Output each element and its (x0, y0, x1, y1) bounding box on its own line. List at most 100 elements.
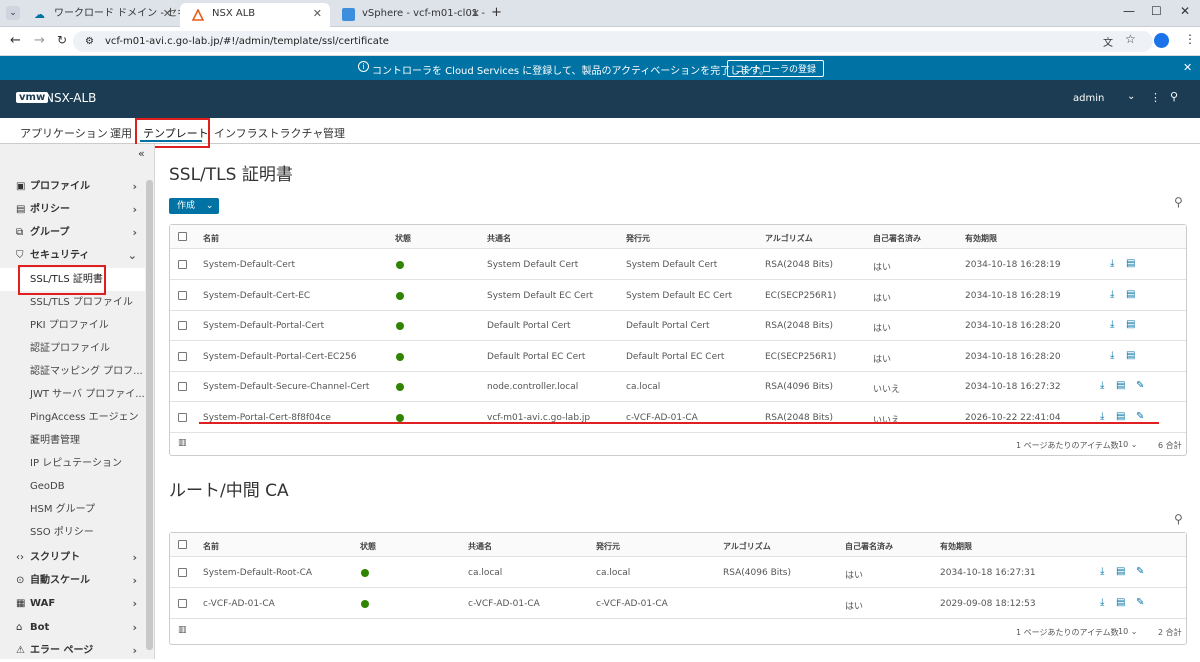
reload-icon[interactable]: ↻ (57, 33, 67, 47)
sidebar-item-cert-management[interactable]: 証明書管理 (0, 429, 145, 452)
row-checkbox[interactable] (178, 260, 187, 269)
sidebar-item-ssl-tls-profiles[interactable]: SSL/TLS プロファイル (0, 291, 145, 314)
col-status[interactable]: 状態 (395, 233, 411, 244)
new-tab-button[interactable]: + (491, 5, 502, 20)
close-window-icon[interactable]: ✕ (1180, 4, 1190, 18)
sidebar-group-autoscale[interactable]: ⊙ 自動スケール › (0, 569, 145, 592)
nav-operations[interactable]: 運用 (110, 125, 132, 141)
minimize-icon[interactable]: — (1123, 4, 1135, 18)
row-checkbox[interactable] (178, 321, 187, 330)
view-details-icon[interactable]: ▤ (1116, 411, 1125, 422)
sidebar-group-bot[interactable]: ⌂ Bot › (0, 616, 145, 639)
col-status[interactable]: 状態 (360, 541, 376, 552)
col-expiry[interactable]: 有効期限 (965, 233, 997, 244)
download-icon[interactable]: ⤓ (1110, 319, 1114, 330)
col-issuer[interactable]: 発行元 (626, 233, 650, 244)
profile-avatar[interactable] (1154, 33, 1169, 48)
col-self-signed[interactable]: 自己署名済み (845, 541, 893, 552)
download-icon[interactable]: ⤓ (1110, 350, 1114, 361)
row-checkbox[interactable] (178, 412, 187, 422)
col-self-signed[interactable]: 自己署名済み (873, 233, 921, 244)
nav-applications[interactable]: アプリケーション (20, 125, 108, 141)
create-button[interactable]: 作成 ⌄ (169, 198, 219, 214)
sidebar-item-ip-reputation[interactable]: IP レピュテーション (0, 452, 145, 475)
view-details-icon[interactable]: ▤ (1116, 380, 1125, 391)
sidebar-item-auth-profiles[interactable]: 認証プロファイル (0, 337, 145, 360)
col-name[interactable]: 名前 (203, 541, 219, 552)
sidebar-item-pingaccess-agent[interactable]: PingAccess エージェント (0, 406, 145, 446)
sidebar-group-profiles[interactable]: ▣ プロファイル › (0, 175, 145, 198)
table-row[interactable]: System-Default-Portal-Cert-EC256 Default … (170, 341, 1186, 372)
browser-tab-nsx-alb[interactable]: NSX ALB ✕ (180, 3, 330, 27)
sidebar-group-groups[interactable]: ⧉ グループ › (0, 221, 145, 244)
sidebar-item-hsm-groups[interactable]: HSM グループ (0, 498, 145, 521)
browser-tab-vsphere[interactable]: vSphere - vcf-m01-cl01 - 仮想マシン ✕ (330, 3, 488, 27)
view-details-icon[interactable]: ▤ (1126, 319, 1135, 330)
col-common-name[interactable]: 共通名 (487, 233, 511, 244)
per-page-select[interactable]: 10 ⌄ (1118, 627, 1137, 636)
edit-pencil-icon[interactable]: ✎ (1136, 380, 1144, 391)
kebab-menu-icon[interactable]: ⋮ (1150, 91, 1161, 104)
download-icon[interactable]: ⤓ (1100, 566, 1104, 577)
row-checkbox[interactable] (178, 290, 187, 300)
nav-infrastructure[interactable]: インフラストラクチャ (214, 125, 323, 141)
close-tab-icon[interactable]: ✕ (313, 3, 322, 25)
nav-admin[interactable]: 管理 (323, 125, 345, 141)
ca-search-icon[interactable]: ⚲ (1174, 512, 1183, 526)
sidebar-item-sso-policies[interactable]: SSO ポリシー (0, 521, 145, 544)
table-row[interactable]: System-Default-Cert-EC System Default EC … (170, 280, 1186, 311)
sidebar-group-security[interactable]: ⛉ セキュリティ ⌄ (0, 244, 145, 267)
row-checkbox[interactable] (178, 568, 187, 577)
close-tab-icon[interactable]: ✕ (471, 3, 480, 25)
view-details-icon[interactable]: ▤ (1126, 258, 1135, 269)
browser-menu-icon[interactable]: ⋮ (1184, 32, 1196, 46)
close-tab-icon[interactable]: ✕ (163, 3, 172, 25)
sidebar-item-jwt-server-profiles[interactable]: JWT サーバ プロファイ... (0, 383, 145, 406)
download-icon[interactable]: ⤓ (1100, 411, 1104, 422)
chevron-down-icon[interactable]: ⌄ (1127, 91, 1135, 102)
user-icon[interactable]: ⚲ (1170, 90, 1178, 103)
download-icon[interactable]: ⤓ (1100, 380, 1104, 391)
download-icon[interactable]: ⤓ (1100, 597, 1104, 608)
view-details-icon[interactable]: ▤ (1116, 597, 1125, 608)
back-icon[interactable]: ← (10, 33, 21, 48)
column-toggle-icon[interactable]: ▥ (178, 438, 187, 448)
sidebar-scrollbar[interactable] (146, 180, 153, 650)
select-all-checkbox[interactable] (178, 540, 187, 549)
banner-close-icon[interactable]: ✕ (1183, 61, 1192, 74)
sidebar-item-geodb[interactable]: GeoDB (0, 475, 145, 498)
edit-pencil-icon[interactable]: ✎ (1136, 597, 1144, 608)
row-checkbox[interactable] (178, 599, 187, 608)
bookmark-star-icon[interactable]: ☆ (1125, 32, 1136, 46)
table-row[interactable]: System-Default-Root-CA ca.local ca.local RS… (170, 557, 1186, 588)
download-icon[interactable]: ⤓ (1110, 258, 1114, 269)
register-controller-button[interactable]: コントローラの登録 (727, 60, 825, 77)
collapse-sidebar-icon[interactable]: « (138, 147, 145, 160)
per-page-select[interactable]: 10 ⌄ (1118, 440, 1137, 449)
sidebar-group-scripts[interactable]: ‹› スクリプト › (0, 546, 145, 569)
view-details-icon[interactable]: ▤ (1116, 566, 1125, 577)
table-row[interactable]: c-VCF-AD-01-CA c-VCF-AD-01-CA c-VCF-AD-01-… (170, 588, 1186, 619)
sidebar-group-waf[interactable]: ▦ WAF › (0, 592, 145, 615)
col-algorithm[interactable]: アルゴリズム (765, 233, 813, 244)
sidebar-group-policies[interactable]: ▤ ポリシー › (0, 198, 145, 221)
col-issuer[interactable]: 発行元 (596, 541, 620, 552)
edit-pencil-icon[interactable]: ✎ (1136, 411, 1144, 422)
table-row[interactable]: System-Default-Portal-Cert Default Portal… (170, 310, 1186, 341)
search-icon[interactable]: ⚲ (1174, 195, 1183, 209)
tab-search-button[interactable]: ⌄ (6, 6, 20, 20)
col-name[interactable]: 名前 (203, 233, 219, 244)
table-row[interactable]: System-Portal-Cert-8f8f04ce vcf-m01-avi.c… (170, 402, 1186, 433)
site-info-icon[interactable]: ⚙ (85, 31, 94, 52)
row-checkbox[interactable] (178, 351, 187, 361)
download-icon[interactable]: ⤓ (1110, 289, 1114, 300)
table-row[interactable]: System-Default-Secure-Channel-Cert node.c… (170, 371, 1186, 402)
table-row[interactable]: System-Default-Cert System Default Cert Sy… (170, 249, 1186, 280)
column-toggle-icon[interactable]: ▥ (178, 625, 187, 635)
address-bar[interactable]: ⚙ vcf-m01-avi.c.go-lab.jp/#!/admin/templ… (73, 31, 1153, 52)
sidebar-item-auth-mapping-profiles[interactable]: 認証マッピング プロフ... (0, 360, 145, 383)
maximize-icon[interactable]: ☐ (1151, 4, 1162, 18)
col-algorithm[interactable]: アルゴリズム (723, 541, 771, 552)
view-details-icon[interactable]: ▤ (1126, 289, 1135, 300)
row-checkbox[interactable] (178, 382, 187, 391)
